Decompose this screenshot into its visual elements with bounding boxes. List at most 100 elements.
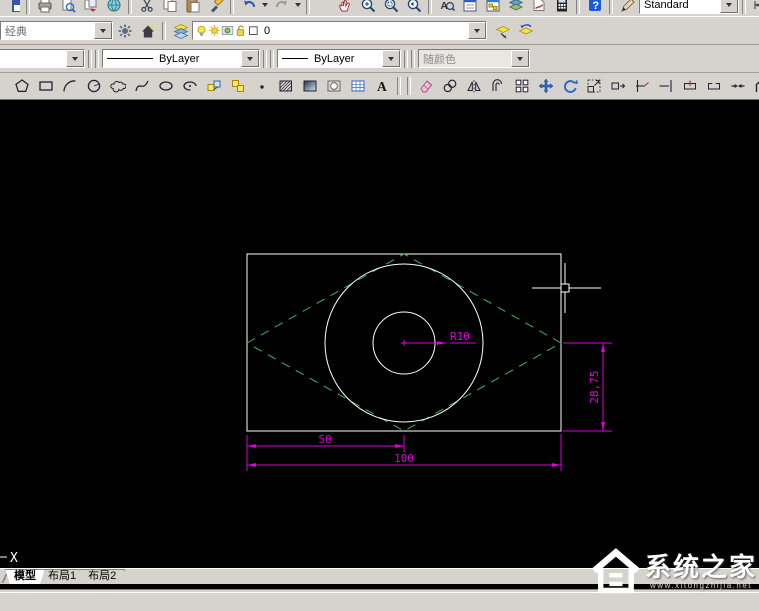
sheetset-manager-icon[interactable] bbox=[527, 0, 550, 16]
ellipse-icon[interactable] bbox=[154, 74, 178, 98]
color-dropdown-arrow[interactable] bbox=[66, 50, 84, 67]
mirror-icon[interactable] bbox=[462, 74, 486, 98]
dim-100-text[interactable]: 100 bbox=[394, 452, 414, 465]
watermark-title: 系统之家 bbox=[645, 554, 757, 580]
svg-text:?: ? bbox=[592, 0, 599, 12]
move-icon[interactable] bbox=[534, 74, 558, 98]
layer-tool-buttons bbox=[491, 20, 537, 42]
linetype-dropdown-arrow[interactable] bbox=[241, 50, 259, 67]
break-icon[interactable] bbox=[702, 74, 726, 98]
quickcalc-icon[interactable] bbox=[550, 0, 573, 16]
copy-object-icon[interactable] bbox=[438, 74, 462, 98]
tool-palettes-icon[interactable] bbox=[504, 0, 527, 16]
undo-icon[interactable] bbox=[237, 0, 260, 16]
workspace-dropdown-arrow[interactable] bbox=[94, 22, 112, 39]
polygon-icon[interactable] bbox=[10, 74, 34, 98]
extend-icon[interactable] bbox=[654, 74, 678, 98]
layers-manager-icon[interactable] bbox=[169, 20, 192, 42]
lineweight-dropdown-arrow[interactable] bbox=[382, 50, 400, 67]
join-icon[interactable] bbox=[726, 74, 750, 98]
mtext-icon[interactable]: A bbox=[370, 74, 394, 98]
scale-icon[interactable] bbox=[582, 74, 606, 98]
find-text-icon[interactable]: A bbox=[435, 0, 458, 16]
watermark-subtitle: www.xitongzhijia.net bbox=[645, 582, 757, 590]
match-properties-icon[interactable] bbox=[204, 0, 227, 16]
designcenter-icon[interactable] bbox=[481, 0, 504, 16]
layer-dropdown-arrow[interactable] bbox=[468, 22, 486, 39]
zoom-realtime-icon[interactable] bbox=[356, 0, 379, 16]
watermark-house-icon bbox=[589, 547, 645, 597]
circle-icon[interactable] bbox=[82, 74, 106, 98]
dim-height-arrow bbox=[601, 422, 605, 431]
layer-sun-icon[interactable] bbox=[208, 21, 221, 40]
color-control-value: ByLayer bbox=[0, 53, 66, 65]
web-icon[interactable] bbox=[102, 0, 125, 16]
lineweight-combo[interactable]: ByLayer bbox=[277, 49, 401, 68]
workspace-house-icon[interactable] bbox=[136, 20, 159, 42]
rectangle-icon[interactable] bbox=[34, 74, 58, 98]
dim-style-icon[interactable] bbox=[749, 0, 759, 16]
spline-icon[interactable] bbox=[130, 74, 154, 98]
pan-icon[interactable] bbox=[333, 0, 356, 16]
erase-icon[interactable] bbox=[414, 74, 438, 98]
watermark: 系统之家 www.xitongzhijia.net bbox=[589, 547, 757, 597]
toolbar-separator bbox=[576, 0, 580, 14]
layer-swatch-icon[interactable] bbox=[247, 21, 260, 40]
make-layer-current-icon[interactable] bbox=[491, 20, 514, 42]
ellipse-arc-icon[interactable] bbox=[178, 74, 202, 98]
save-icon[interactable] bbox=[0, 0, 23, 16]
printer-icon[interactable] bbox=[33, 0, 56, 16]
array-icon[interactable] bbox=[510, 74, 534, 98]
layer-vp-sun-icon[interactable] bbox=[221, 21, 234, 40]
properties-icon[interactable] bbox=[458, 0, 481, 16]
layer-previous-icon[interactable] bbox=[514, 20, 537, 42]
layer-bulb-icon[interactable] bbox=[195, 21, 208, 40]
model-space-canvas[interactable]: R105010028,75X bbox=[0, 100, 759, 568]
dropdown-caret[interactable] bbox=[293, 0, 303, 16]
workspace-buttons bbox=[113, 20, 192, 42]
layer-combo[interactable]: 0 bbox=[192, 21, 487, 40]
make-block-icon[interactable] bbox=[226, 74, 250, 98]
radius-dim-text[interactable]: R10 bbox=[450, 330, 470, 343]
rotate-icon[interactable] bbox=[558, 74, 582, 98]
tab-layout2[interactable]: 布局2 bbox=[79, 569, 125, 584]
layer-lock-icon[interactable] bbox=[234, 21, 247, 40]
help-icon[interactable]: ? bbox=[583, 0, 606, 16]
gradient-icon[interactable] bbox=[298, 74, 322, 98]
dim-50-text[interactable]: 50 bbox=[318, 433, 331, 446]
redo-icon[interactable] bbox=[270, 0, 293, 16]
dim-height-text[interactable]: 28,75 bbox=[588, 370, 601, 403]
cut-icon[interactable] bbox=[135, 0, 158, 16]
paste-icon[interactable] bbox=[181, 0, 204, 16]
revcloud-icon[interactable] bbox=[106, 74, 130, 98]
text-style-dropdown-arrow[interactable] bbox=[720, 0, 738, 13]
trim-icon[interactable] bbox=[630, 74, 654, 98]
publish-icon[interactable] bbox=[79, 0, 102, 16]
print-preview-icon[interactable] bbox=[56, 0, 79, 16]
insert-block-icon[interactable] bbox=[202, 74, 226, 98]
arc-icon[interactable] bbox=[58, 74, 82, 98]
tab-layout1[interactable]: 布局1 bbox=[39, 569, 85, 584]
workspace-gear-icon[interactable] bbox=[113, 20, 136, 42]
color-control-combo[interactable]: ByLayer bbox=[0, 49, 85, 68]
offset-icon[interactable] bbox=[486, 74, 510, 98]
stretch-icon[interactable] bbox=[606, 74, 630, 98]
break-at-point-icon[interactable] bbox=[678, 74, 702, 98]
style-pencil-icon[interactable] bbox=[616, 0, 639, 16]
zoom-window-icon[interactable] bbox=[379, 0, 402, 16]
layer-state-icons bbox=[193, 21, 260, 40]
linetype-combo[interactable]: ByLayer bbox=[102, 49, 260, 68]
region-icon[interactable] bbox=[322, 74, 346, 98]
text-style-combo[interactable]: Standard bbox=[639, 0, 739, 14]
dim-100-arrow bbox=[247, 463, 256, 467]
hatch-icon[interactable] bbox=[274, 74, 298, 98]
dropdown-caret[interactable] bbox=[260, 0, 270, 16]
table-icon[interactable] bbox=[346, 74, 370, 98]
tab-model[interactable]: 模型 bbox=[5, 569, 45, 584]
point-icon[interactable] bbox=[250, 74, 274, 98]
chamfer-icon[interactable] bbox=[750, 74, 759, 98]
zoom-previous-icon[interactable] bbox=[402, 0, 425, 16]
partial-arc-icon[interactable] bbox=[0, 74, 10, 98]
workspace-combo[interactable]: 经典 bbox=[0, 21, 113, 40]
copy-icon[interactable] bbox=[158, 0, 181, 16]
